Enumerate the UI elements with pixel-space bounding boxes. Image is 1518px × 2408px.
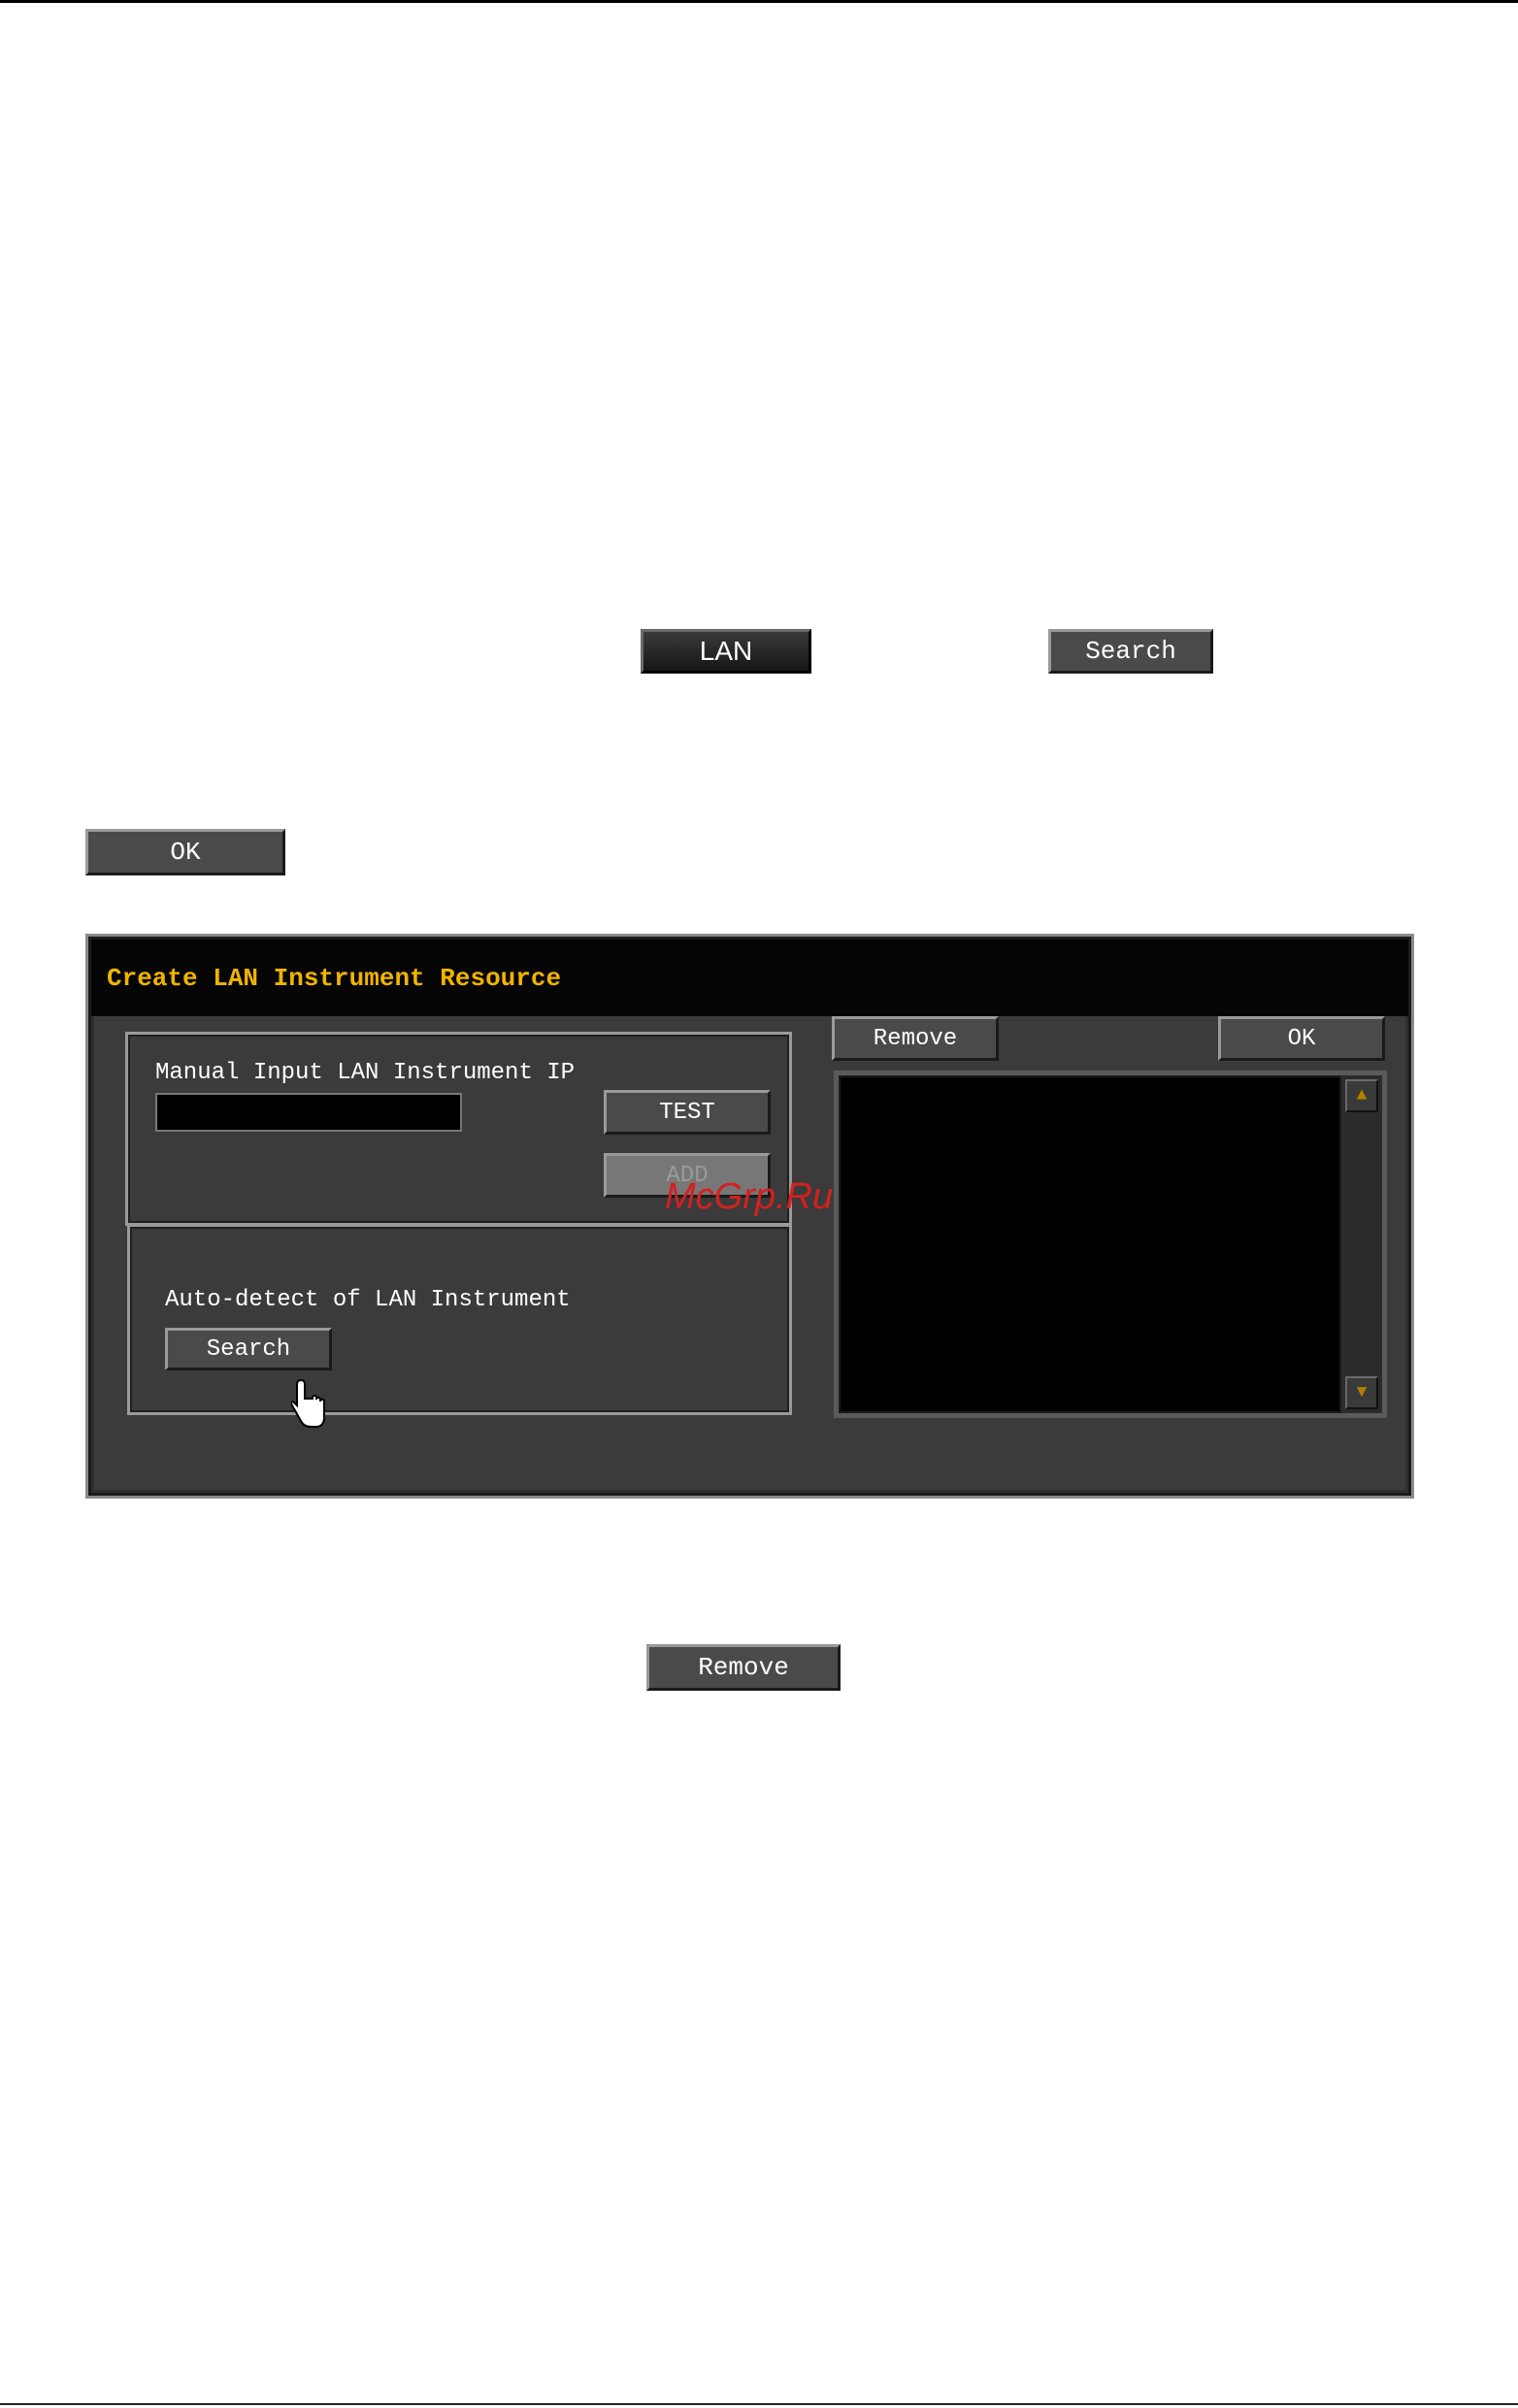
auto-detect-group: Auto-detect of LAN Instrument Search xyxy=(127,1224,792,1415)
bottom-rule xyxy=(0,2403,1518,2405)
dialog-title: Create LAN Instrument Resource xyxy=(91,940,1408,1016)
auto-detect-label: Auto-detect of LAN Instrument xyxy=(165,1287,571,1313)
hand-cursor-icon xyxy=(291,1378,325,1428)
ok-button[interactable]: OK xyxy=(1218,1016,1385,1061)
ip-address-input[interactable] xyxy=(155,1093,462,1132)
list-scrollbar[interactable]: ▲ ▼ xyxy=(1339,1075,1382,1413)
instrument-list[interactable]: ▲ ▼ xyxy=(834,1071,1387,1418)
lan-button[interactable]: LAN xyxy=(641,629,811,674)
search-button-inline[interactable]: Search xyxy=(1048,629,1213,674)
scroll-up-icon[interactable]: ▲ xyxy=(1345,1079,1378,1112)
test-button[interactable]: TEST xyxy=(604,1090,771,1135)
manual-input-label: Manual Input LAN Instrument IP xyxy=(155,1060,576,1086)
watermark: McGrp.Ru xyxy=(665,1176,834,1217)
remove-button-inline[interactable]: Remove xyxy=(646,1644,841,1691)
scroll-down-icon[interactable]: ▼ xyxy=(1345,1376,1378,1409)
remove-button[interactable]: Remove xyxy=(832,1016,999,1061)
top-rule xyxy=(0,0,1518,3)
search-button[interactable]: Search xyxy=(165,1328,332,1370)
ok-button-inline[interactable]: OK xyxy=(85,829,285,875)
